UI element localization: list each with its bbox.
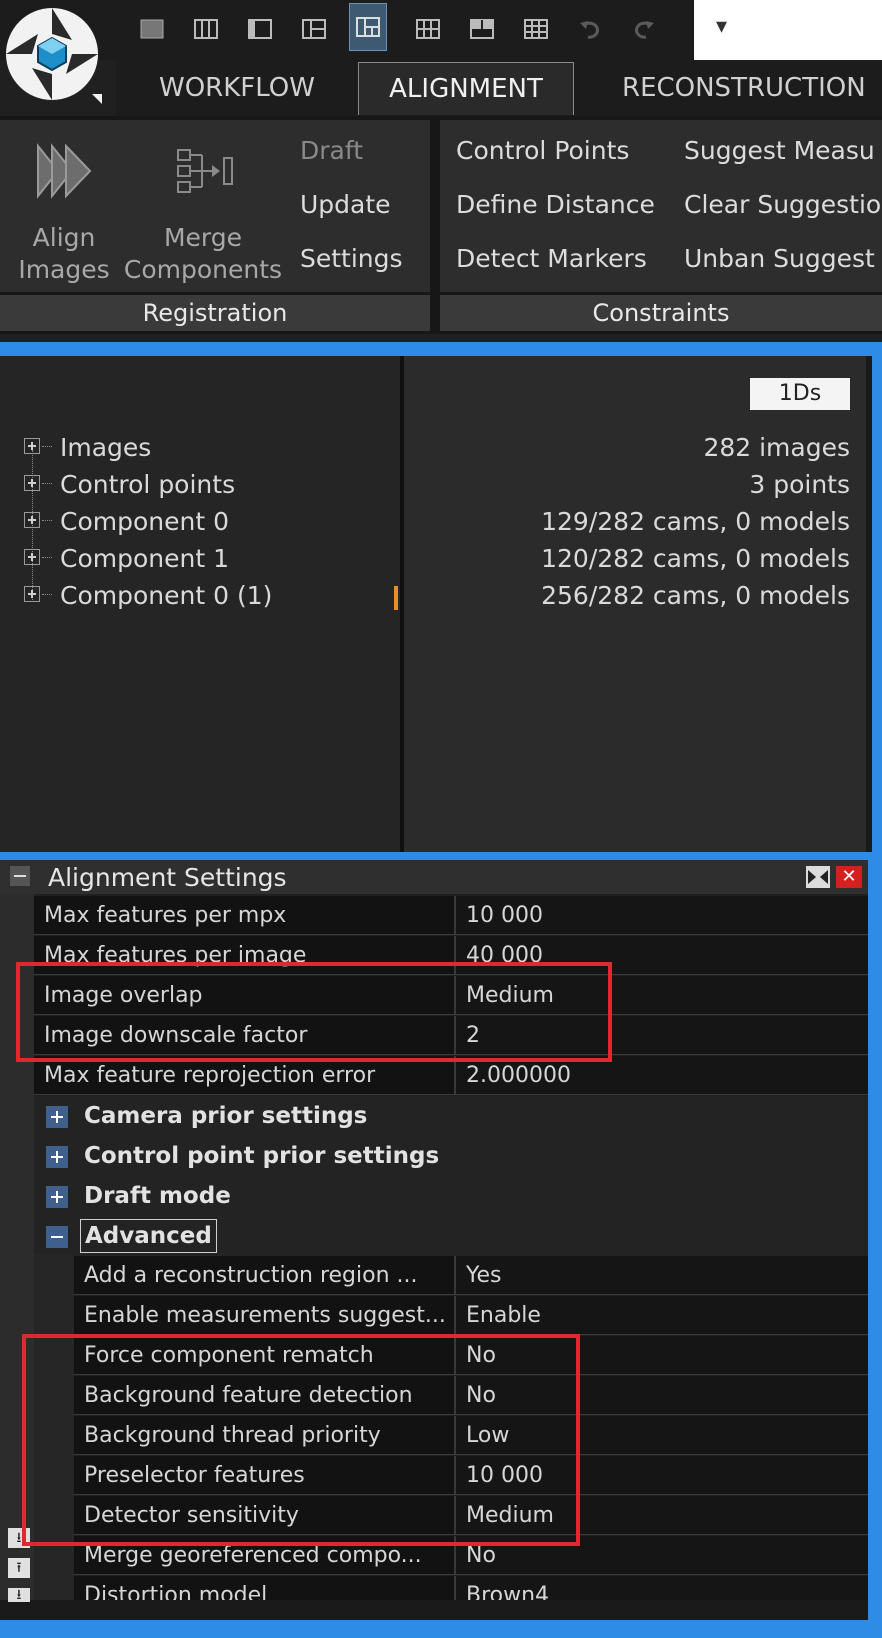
- selection-marker: [394, 586, 398, 610]
- layout-three-columns-icon[interactable]: [188, 14, 224, 44]
- align-images-button[interactable]: Align Images: [14, 222, 114, 286]
- highlight-box: [16, 962, 612, 1062]
- collapse-icon[interactable]: [46, 1226, 68, 1248]
- update-button[interactable]: Update: [300, 190, 391, 219]
- setting-value[interactable]: Enable: [454, 1296, 868, 1335]
- tree-info-component-1: 120/282 cams, 0 models: [541, 544, 850, 573]
- layout-single-icon[interactable]: [134, 14, 170, 44]
- panel-title: Alignment Settings: [48, 863, 287, 892]
- section-label: Control point prior settings: [84, 1143, 440, 1169]
- align-images-label-1: Align: [32, 223, 96, 252]
- move-down-icon[interactable]: ⭳: [8, 1588, 30, 1602]
- expand-icon[interactable]: [24, 512, 40, 528]
- registration-group-label: Registration: [0, 295, 430, 331]
- align-images-label-2: Images: [18, 255, 110, 284]
- pane-edge: [866, 356, 872, 852]
- tab-reconstruction[interactable]: RECONSTRUCTION: [600, 62, 882, 114]
- constraints-group-label: Constraints: [440, 295, 882, 331]
- section-label: Advanced: [80, 1219, 217, 1253]
- merge-components-label-2: Components: [123, 255, 283, 284]
- expand-icon[interactable]: [24, 475, 40, 491]
- expand-icon[interactable]: [46, 1146, 68, 1168]
- layout-top-icon[interactable]: [464, 14, 500, 44]
- tab-workflow[interactable]: WORKFLOW: [130, 62, 344, 114]
- layout-tiles-icon[interactable]: [410, 14, 446, 44]
- define-distance-button[interactable]: Define Distance: [456, 190, 655, 219]
- tree-item-label: Images: [60, 433, 152, 462]
- setting-value[interactable]: 10 000: [454, 896, 868, 935]
- section-advanced[interactable]: Advanced: [34, 1216, 868, 1256]
- tree-info-images: 282 images: [703, 433, 850, 462]
- align-images-icon[interactable]: [34, 140, 96, 202]
- setting-name: Add a reconstruction region ...: [74, 1256, 454, 1295]
- tree-item-label: Component 1: [60, 544, 229, 573]
- setting-name: Max features per mpx: [34, 896, 454, 935]
- suggest-measurements-button[interactable]: Suggest Measu: [684, 136, 882, 165]
- redo-icon[interactable]: [626, 14, 662, 44]
- merge-components-label-1: Merge: [163, 223, 243, 252]
- tree-item-label: Component 0 (1): [60, 581, 273, 610]
- layout-list-icon[interactable]: [296, 14, 332, 44]
- tree-dots: [42, 520, 52, 521]
- panel-bottom-edge: [0, 1600, 868, 1620]
- tree-item-label: Component 0: [60, 507, 229, 536]
- control-points-button[interactable]: Control Points: [456, 136, 629, 165]
- layout-grid-selected-icon[interactable]: [349, 3, 387, 51]
- expand-icon[interactable]: [24, 586, 40, 602]
- tree-dots: [42, 594, 52, 595]
- section-label: Camera prior settings: [84, 1103, 368, 1129]
- dock-icon[interactable]: [806, 866, 830, 888]
- tree-dots: [42, 446, 52, 447]
- tree-dots: [42, 483, 52, 484]
- tab-alignment[interactable]: ALIGNMENT: [358, 62, 574, 115]
- close-icon[interactable]: ✕: [836, 866, 862, 888]
- undo-icon[interactable]: [572, 14, 608, 44]
- settings-button[interactable]: Settings: [300, 244, 403, 273]
- merge-components-button[interactable]: Merge Components: [120, 222, 286, 286]
- setting-value[interactable]: Yes: [454, 1256, 868, 1295]
- section-label: Draft mode: [84, 1183, 231, 1209]
- section-control-point-prior-settings[interactable]: Control point prior settings: [34, 1136, 868, 1176]
- tree-info-component-0-1: 256/282 cams, 0 models: [541, 581, 850, 610]
- draft-button[interactable]: Draft: [300, 136, 363, 165]
- dropdown-arrow-icon[interactable]: ▾: [716, 14, 727, 39]
- expand-icon[interactable]: [24, 438, 40, 454]
- app-logo-icon[interactable]: [2, 4, 102, 104]
- tree-info-component-0: 129/282 cams, 0 models: [541, 507, 850, 536]
- layout-left-panel-icon[interactable]: [242, 14, 278, 44]
- layout-grid-small-icon[interactable]: [518, 14, 554, 44]
- merge-components-icon[interactable]: [174, 148, 238, 196]
- tree-item-label: Control points: [60, 470, 236, 499]
- highlight-box: [22, 1334, 580, 1546]
- move-up-icon[interactable]: ⭱: [8, 1558, 30, 1578]
- tree-dots: [42, 557, 52, 558]
- unban-suggestions-button[interactable]: Unban Suggest: [684, 244, 882, 273]
- ds-badge[interactable]: 1Ds: [750, 378, 850, 410]
- expand-icon[interactable]: [46, 1106, 68, 1128]
- clear-suggestions-button[interactable]: Clear Suggestio: [684, 190, 882, 219]
- section-draft-mode[interactable]: Draft mode: [34, 1176, 868, 1216]
- section-camera-prior-settings[interactable]: Camera prior settings: [34, 1096, 868, 1136]
- setting-name: Enable measurements suggest...: [74, 1296, 454, 1335]
- expand-icon[interactable]: [24, 549, 40, 565]
- detect-markers-button[interactable]: Detect Markers: [456, 244, 647, 273]
- tree-info-control-points: 3 points: [749, 470, 850, 499]
- collapse-icon[interactable]: [10, 866, 30, 886]
- expand-icon[interactable]: [46, 1186, 68, 1208]
